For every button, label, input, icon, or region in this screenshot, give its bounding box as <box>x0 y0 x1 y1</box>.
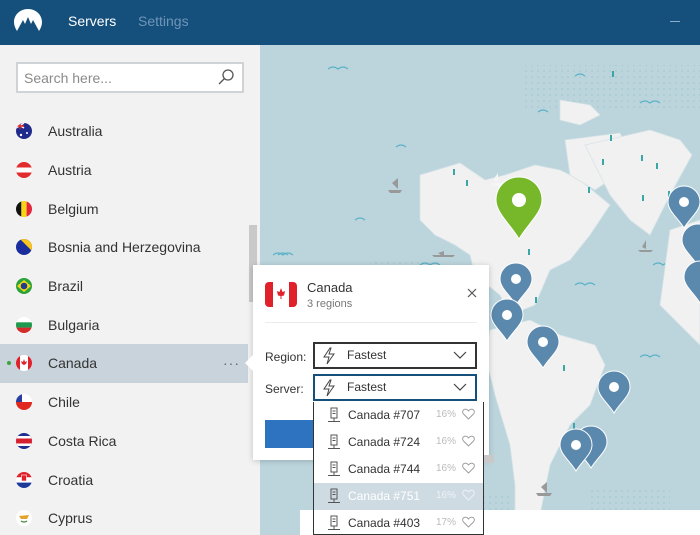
map-pin[interactable] <box>525 325 561 369</box>
region-select-value: Fastest <box>347 348 387 362</box>
map-pin[interactable] <box>682 260 700 304</box>
heart-icon[interactable] <box>462 408 475 420</box>
server-label: Server: <box>265 382 304 396</box>
region-label: Region: <box>265 350 307 364</box>
lightning-icon <box>323 379 335 397</box>
server-option[interactable]: Canada #744 16% <box>314 456 483 483</box>
server-load: 16% <box>436 463 457 474</box>
server-load: 17% <box>436 517 457 528</box>
map-pin[interactable] <box>558 428 594 472</box>
server-name: Canada #744 <box>348 462 421 476</box>
chevron-down-icon <box>453 351 467 359</box>
map-pin[interactable] <box>596 370 632 414</box>
country-item-brazil[interactable]: Brazil <box>0 267 248 306</box>
region-select[interactable]: Fastest <box>313 342 477 369</box>
flag-brazil-icon <box>16 278 32 295</box>
country-item-australia[interactable]: Australia <box>0 112 248 151</box>
close-icon[interactable] <box>465 286 479 300</box>
server-name: Canada #724 <box>348 435 421 449</box>
flag-austria-icon <box>16 162 32 179</box>
country-name: Bosnia and Herzegovina <box>48 239 201 256</box>
server-option[interactable]: Canada #724 16% <box>314 429 483 456</box>
country-name: Bulgaria <box>48 316 100 333</box>
country-name: Croatia <box>48 471 94 488</box>
map-pin-active-canada[interactable] <box>493 175 545 241</box>
flag-belgium-icon <box>16 200 32 217</box>
flag-australia-icon <box>16 123 32 140</box>
country-name: Australia <box>48 123 103 140</box>
server-option[interactable]: Canada #403 17% <box>314 510 483 534</box>
search-box <box>16 62 244 93</box>
lightning-icon <box>323 347 335 365</box>
more-options-button[interactable]: ··· <box>223 355 240 371</box>
minimize-button[interactable] <box>670 21 680 22</box>
connect-button[interactable] <box>265 420 315 448</box>
heart-icon[interactable] <box>462 489 475 501</box>
flag-croatia-icon <box>16 471 32 488</box>
country-item-chile[interactable]: Chile <box>0 383 248 422</box>
server-load: 16% <box>436 490 457 501</box>
divider <box>265 322 477 323</box>
country-item-croatia[interactable]: Croatia <box>0 460 248 499</box>
server-select[interactable]: Fastest <box>313 374 477 401</box>
country-name: Brazil <box>48 278 84 295</box>
server-icon <box>328 407 340 422</box>
country-item-canada[interactable]: Canada ··· <box>0 344 248 383</box>
flag-canada-icon <box>265 282 297 307</box>
popup-arrow <box>245 355 253 371</box>
server-name: Canada #751 <box>348 489 421 503</box>
country-item-bulgaria[interactable]: Bulgaria <box>0 305 248 344</box>
flag-bosnia-icon <box>16 239 32 256</box>
country-name: Chile <box>48 394 80 411</box>
country-item-cyprus[interactable]: Cyprus <box>0 499 248 535</box>
country-name: Cyprus <box>48 510 93 527</box>
server-icon <box>328 461 340 476</box>
chevron-down-icon <box>453 383 467 391</box>
country-item-bosnia[interactable]: Bosnia and Herzegovina <box>0 228 248 267</box>
popup-country-name: Canada <box>307 280 353 295</box>
server-option[interactable]: Canada #707 16% <box>314 402 483 429</box>
server-name: Canada #707 <box>348 408 421 422</box>
server-dropdown-list: Canada #707 16% Canada #724 16% Canada #… <box>313 402 484 535</box>
heart-icon[interactable] <box>462 462 475 474</box>
country-item-austria[interactable]: Austria <box>0 151 248 190</box>
server-icon <box>328 515 340 530</box>
country-item-costa-rica[interactable]: Costa Rica <box>0 422 248 461</box>
country-item-belgium[interactable]: Belgium <box>0 189 248 228</box>
server-name: Canada #403 <box>348 516 421 530</box>
flag-chile-icon <box>16 394 32 411</box>
tab-servers[interactable]: Servers <box>68 13 116 29</box>
nordvpn-logo-icon <box>14 9 42 31</box>
tab-settings[interactable]: Settings <box>138 13 189 29</box>
search-input[interactable] <box>24 69 214 87</box>
popup-region-count: 3 regions <box>307 298 353 310</box>
sidebar: Australia Austria Belgium Bosnia and Her… <box>0 45 260 535</box>
flag-cyprus-icon <box>16 510 32 527</box>
country-list: Australia Austria Belgium Bosnia and Her… <box>0 112 248 535</box>
flag-canada-icon <box>16 355 32 372</box>
server-icon <box>328 434 340 449</box>
country-name: Belgium <box>48 200 99 217</box>
dropdown-scrollbar[interactable] <box>484 455 494 463</box>
country-name: Canada <box>48 355 98 372</box>
server-load: 16% <box>436 409 457 420</box>
connected-indicator <box>7 361 11 366</box>
search-icon[interactable] <box>218 69 234 85</box>
flag-costa-rica-icon <box>16 432 32 449</box>
flag-bulgaria-icon <box>16 316 32 333</box>
map-pin[interactable] <box>489 298 525 342</box>
heart-icon[interactable] <box>462 516 475 528</box>
server-load: 16% <box>436 436 457 447</box>
server-icon <box>328 488 340 503</box>
app-window: Servers Settings Australia Austria <box>0 0 700 535</box>
server-select-value: Fastest <box>347 380 387 394</box>
heart-icon[interactable] <box>462 435 475 447</box>
country-name: Austria <box>48 162 92 179</box>
country-name: Costa Rica <box>48 432 117 449</box>
server-option-hovered[interactable]: Canada #751 16% <box>314 483 483 510</box>
top-bar: Servers Settings <box>0 0 700 45</box>
